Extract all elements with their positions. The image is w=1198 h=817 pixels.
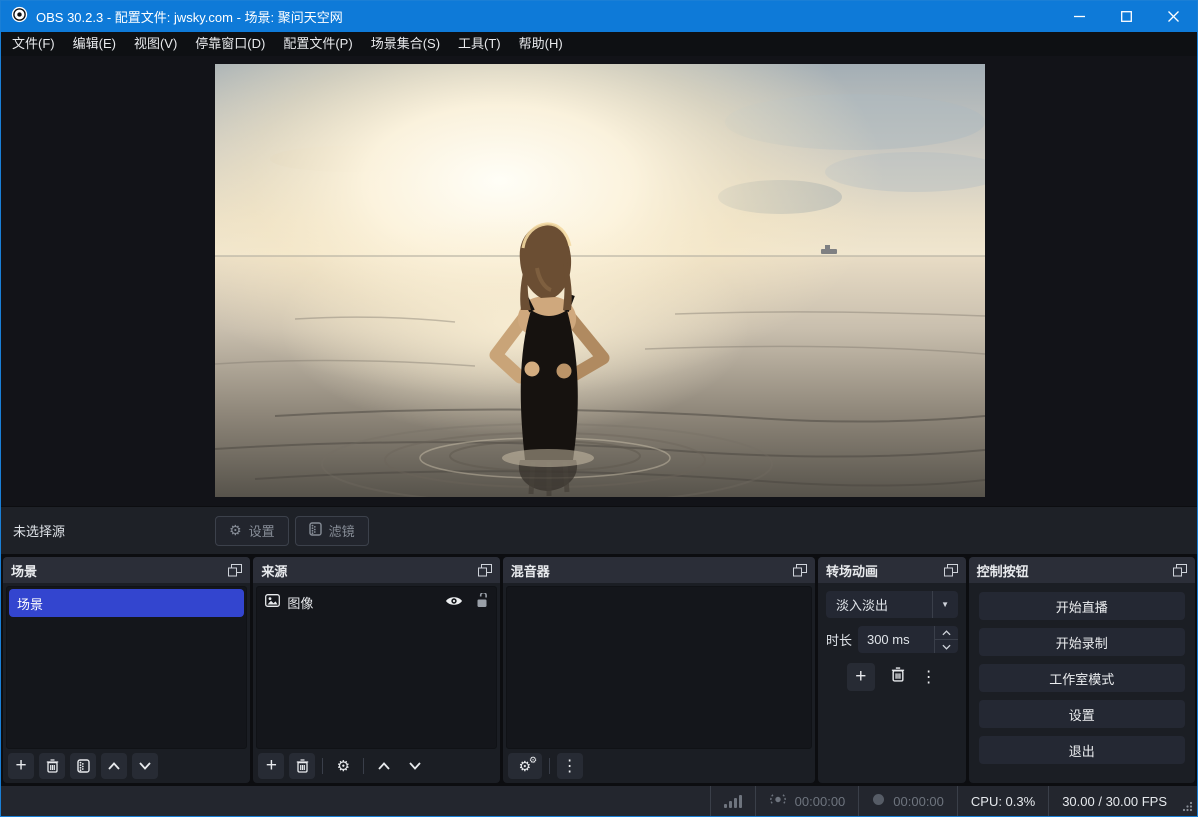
menu-bar: 文件(F) 编辑(E) 视图(V) 停靠窗口(D) 配置文件(P) 场景集合(S… <box>1 32 1197 56</box>
transition-select[interactable]: 淡入淡出 ▼ <box>826 591 958 618</box>
preview-canvas[interactable] <box>215 64 985 497</box>
sources-dock-header[interactable]: 来源 <box>253 557 499 583</box>
menu-file[interactable]: 文件(F) <box>3 32 64 56</box>
chevron-down-icon <box>409 762 421 770</box>
popout-icon[interactable] <box>1173 564 1187 577</box>
source-properties-gear-button[interactable]: ⚙ <box>330 753 356 779</box>
mixer-list <box>506 586 812 749</box>
popout-icon[interactable] <box>793 564 807 577</box>
spin-down-button[interactable] <box>935 640 958 653</box>
trash-icon <box>296 759 309 773</box>
remove-scene-button[interactable] <box>39 753 65 779</box>
menu-tools[interactable]: 工具(T) <box>449 32 510 56</box>
obs-window: OBS 30.2.3 - 配置文件: jwsky.com - 场景: 聚问天空网… <box>0 0 1198 817</box>
duration-label: 时长 <box>826 630 852 649</box>
move-scene-up-button[interactable] <box>101 753 127 779</box>
source-filters-button[interactable]: 滤镜 <box>295 516 369 546</box>
chevron-down-icon <box>139 762 151 770</box>
preview-area <box>1 56 1197 506</box>
spin-up-button[interactable] <box>935 626 958 640</box>
remove-source-button[interactable] <box>289 753 315 779</box>
transitions-dock-header[interactable]: 转场动画 <box>818 557 966 583</box>
resize-grip[interactable] <box>1180 786 1197 816</box>
status-bar: 00:00:00 00:00:00 CPU: 0.3% 30.00 / 30.0… <box>1 785 1197 816</box>
sources-toolbar: + ⚙ <box>253 749 499 783</box>
controls-dock: 控制按钮 开始直播 开始录制 工作室模式 设置 退出 <box>969 557 1195 783</box>
popout-icon[interactable] <box>228 564 242 577</box>
source-context-bar: 未选择源 ⚙ 设置 滤镜 <box>1 506 1197 554</box>
menu-view[interactable]: 视图(V) <box>125 32 186 56</box>
lock-icon[interactable] <box>476 593 488 611</box>
chevron-up-icon <box>378 762 390 770</box>
menu-profile[interactable]: 配置文件(P) <box>274 32 361 56</box>
filter-icon <box>309 522 322 539</box>
audio-mixer-dock: 混音器 ⚙⚙ ⋮ <box>503 557 815 783</box>
source-properties-button[interactable]: ⚙ 设置 <box>215 516 289 546</box>
gear-icon: ⚙ <box>337 757 350 775</box>
mixer-dock-header[interactable]: 混音器 <box>503 557 815 583</box>
visibility-eye-icon[interactable] <box>445 595 463 610</box>
popout-icon[interactable] <box>478 564 492 577</box>
record-timer: 00:00:00 <box>858 786 957 816</box>
add-source-button[interactable]: + <box>258 753 284 779</box>
obs-logo-icon <box>11 6 28 28</box>
trash-icon <box>891 667 905 682</box>
close-button[interactable] <box>1150 1 1197 32</box>
dropdown-arrow-icon: ▼ <box>932 591 958 618</box>
add-transition-button[interactable]: + <box>847 663 875 691</box>
popout-icon[interactable] <box>944 564 958 577</box>
scenes-dock-header[interactable]: 场景 <box>3 557 250 583</box>
docks-row: 场景 场景 + <box>1 554 1197 785</box>
sources-dock: 来源 图像 <box>253 557 499 783</box>
transition-menu-button[interactable]: ⋮ <box>921 667 937 687</box>
studio-mode-button[interactable]: 工作室模式 <box>979 664 1185 692</box>
gears-icon: ⚙⚙ <box>518 758 531 775</box>
record-dot-icon <box>872 793 885 809</box>
controls-dock-header[interactable]: 控制按钮 <box>969 557 1195 583</box>
mixer-menu-button[interactable]: ⋮ <box>557 753 583 779</box>
move-source-down-button[interactable] <box>402 753 428 779</box>
cpu-usage: CPU: 0.3% <box>957 786 1048 816</box>
window-title: OBS 30.2.3 - 配置文件: jwsky.com - 场景: 聚问天空网 <box>36 7 343 26</box>
trash-icon <box>46 759 59 773</box>
source-list-item[interactable]: 图像 <box>257 587 495 617</box>
signal-bars-icon <box>724 795 742 808</box>
broadcast-icon <box>769 793 787 809</box>
exit-button[interactable]: 退出 <box>979 736 1185 764</box>
scene-list: 场景 <box>6 586 247 749</box>
transitions-dock: 转场动画 淡入淡出 ▼ 时长 300 ms <box>818 557 966 783</box>
menu-edit[interactable]: 编辑(E) <box>64 32 125 56</box>
scene-filters-button[interactable] <box>70 753 96 779</box>
source-list: 图像 <box>256 586 496 749</box>
move-scene-down-button[interactable] <box>132 753 158 779</box>
menu-help[interactable]: 帮助(H) <box>510 32 572 56</box>
filter-icon <box>77 759 90 773</box>
no-source-selected-label: 未选择源 <box>13 521 65 540</box>
fps-indicator: 30.00 / 30.00 FPS <box>1048 786 1180 816</box>
start-streaming-button[interactable]: 开始直播 <box>979 592 1185 620</box>
transition-duration-input[interactable]: 300 ms <box>858 626 958 653</box>
image-source-icon <box>265 594 280 610</box>
gear-icon: ⚙ <box>229 522 242 539</box>
preview-photo <box>215 64 985 497</box>
remove-transition-button[interactable] <box>891 667 905 687</box>
chevron-up-icon <box>108 762 120 770</box>
network-status <box>710 786 755 816</box>
stream-timer: 00:00:00 <box>755 786 859 816</box>
advanced-audio-button[interactable]: ⚙⚙ <box>508 753 542 779</box>
settings-button[interactable]: 设置 <box>979 700 1185 728</box>
scenes-toolbar: + <box>3 749 250 783</box>
scene-list-item[interactable]: 场景 <box>9 589 244 617</box>
add-scene-button[interactable]: + <box>8 753 34 779</box>
maximize-button[interactable] <box>1103 1 1150 32</box>
menu-docks[interactable]: 停靠窗口(D) <box>186 32 274 56</box>
start-recording-button[interactable]: 开始录制 <box>979 628 1185 656</box>
kebab-icon: ⋮ <box>562 756 578 776</box>
menu-scene-collection[interactable]: 场景集合(S) <box>362 32 449 56</box>
title-bar[interactable]: OBS 30.2.3 - 配置文件: jwsky.com - 场景: 聚问天空网 <box>1 1 1197 32</box>
move-source-up-button[interactable] <box>371 753 397 779</box>
mixer-toolbar: ⚙⚙ ⋮ <box>503 749 815 783</box>
minimize-button[interactable] <box>1056 1 1103 32</box>
scenes-dock: 场景 场景 + <box>3 557 250 783</box>
